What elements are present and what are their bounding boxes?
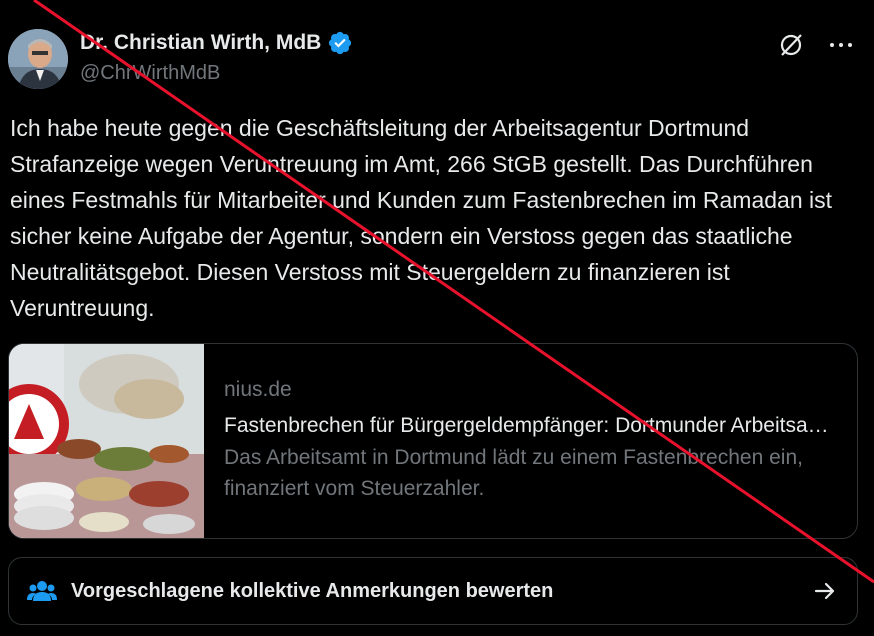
avatar[interactable] xyxy=(8,29,68,89)
arrow-right-icon xyxy=(814,582,835,600)
author-name[interactable]: Dr. Christian Wirth, MdB xyxy=(80,31,321,55)
tweet-text: Ich habe heute gegen die Geschäftsleitun… xyxy=(10,115,833,321)
card-description: Das Arbeitsamt in Dortmund lädt zu einem… xyxy=(224,446,803,500)
people-icon xyxy=(27,581,57,601)
card-domain: nius.de xyxy=(224,378,292,401)
grok-icon[interactable] xyxy=(776,30,806,60)
card-thumbnail xyxy=(9,344,204,538)
more-icon[interactable] xyxy=(826,30,856,60)
author-handle[interactable]: @ChrWirthMdB xyxy=(80,62,220,85)
card-title: Fastenbrechen für Bürgergeldempfänger: D… xyxy=(224,414,839,437)
verified-badge-icon xyxy=(329,31,352,55)
community-notes-label: Vorgeschlagene kollektive Anmerkungen be… xyxy=(71,579,554,602)
community-notes-button[interactable]: Vorgeschlagene kollektive Anmerkungen be… xyxy=(8,557,858,625)
link-card[interactable]: nius.de Fastenbrechen für Bürgergeldempf… xyxy=(8,343,858,539)
